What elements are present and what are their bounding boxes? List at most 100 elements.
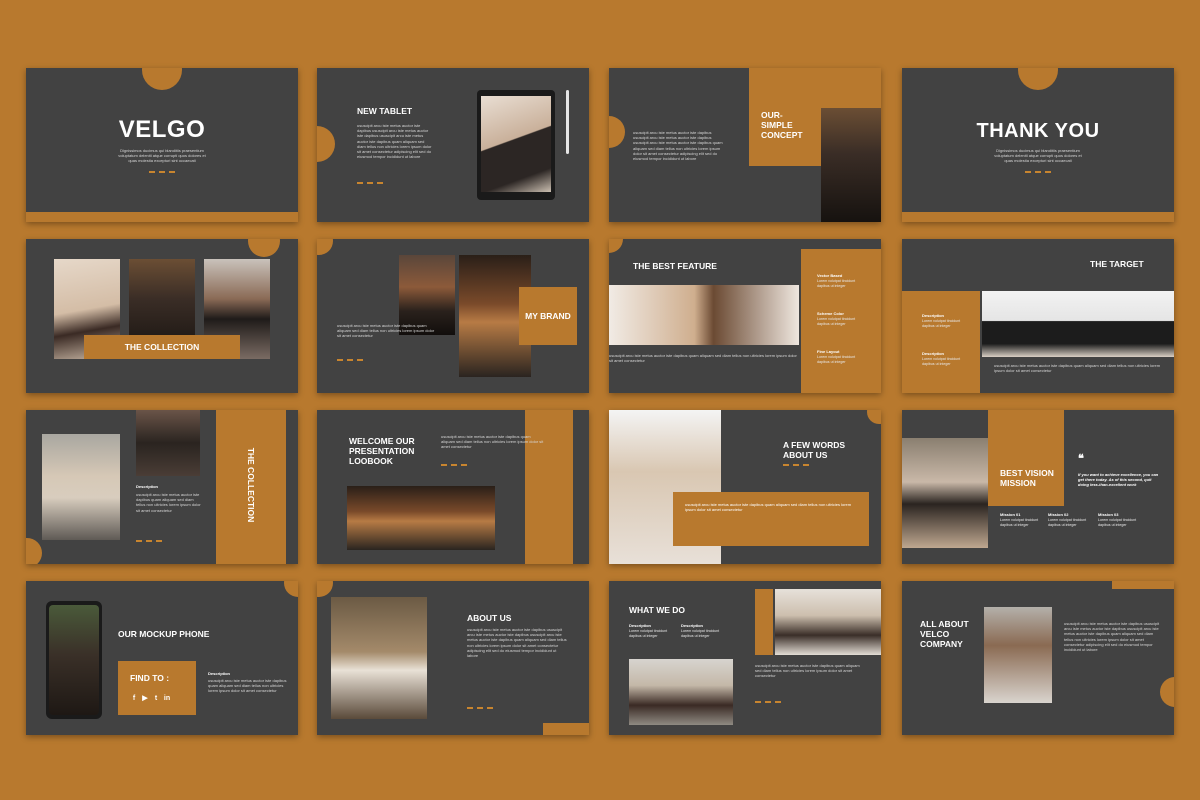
slide-few-words[interactable]: A FEW WORDS ABOUT US ususcipit arcu iste… <box>609 410 881 564</box>
feature-photo <box>609 285 799 345</box>
decor-circle <box>317 126 335 162</box>
vision-photo <box>902 438 988 548</box>
decor-dash <box>467 707 493 709</box>
slide-the-collection[interactable]: THE COLLECTION <box>26 239 298 393</box>
collection-photo-large <box>42 434 120 540</box>
decor-circle <box>609 116 625 148</box>
find-to-label: FIND TO : <box>130 673 170 683</box>
facebook-icon[interactable]: f <box>130 695 138 703</box>
slide-title: OUR MOCKUP PHONE <box>118 629 210 639</box>
feature-item-1: Vector Based <box>817 273 843 278</box>
slide-title: MY BRAND <box>525 311 571 321</box>
slide-title: THE TARGET <box>1090 259 1144 269</box>
slide-body-text: ususcipit arcu iste metus auctor iste da… <box>208 678 287 694</box>
slide-intro-text: Dignissimos ducimus qui blanditiis praes… <box>118 148 206 164</box>
quote-icon: ❝ <box>1078 453 1084 465</box>
slide-welcome-lookbook[interactable]: WELCOME OUR PRESENTATION LOOBOOK ususcip… <box>317 410 589 564</box>
feature-item-2: Scheme Color <box>817 311 844 316</box>
mission-item-3: Mission 03 <box>1098 512 1119 517</box>
mission-item-1: Mission 01 <box>1000 512 1021 517</box>
slide-body-text: ususcipit arcu iste metus auctor iste da… <box>633 130 723 162</box>
title-block <box>988 410 1064 506</box>
slide-body-text: ususcipit arcu iste metus auctor iste da… <box>467 627 567 659</box>
decor-bar <box>543 723 589 735</box>
phone-screen-photo <box>49 605 99 715</box>
slide-body-text: ususcipit arcu iste metus auctor iste da… <box>994 363 1161 374</box>
slide-title: BEST VISION MISSION <box>1000 468 1054 488</box>
decor-dash <box>783 464 809 466</box>
slide-best-feature[interactable]: THE BEST FEATURE ususcipit arcu iste met… <box>609 239 881 393</box>
mission-item-2-desc: Lorem volutpat tincidunt dapibus ut inte… <box>1048 518 1087 527</box>
slide-title: WHAT WE DO <box>629 605 686 615</box>
target-item-2-desc: Lorem volutpat tincidunt dapibus ut inte… <box>922 357 961 366</box>
slide-about-us[interactable]: ABOUT US ususcipit arcu iste metus aucto… <box>317 581 589 735</box>
twitter-icon[interactable]: t <box>152 695 160 703</box>
collection-photo-small <box>136 410 200 476</box>
mission-item-3-desc: Lorem volutpat tincidunt dapibus ut inte… <box>1098 518 1137 527</box>
what-item-1: Description <box>629 623 652 628</box>
decor-dash <box>136 540 162 542</box>
decor-dash <box>357 182 383 184</box>
social-links: f ▶ t in <box>130 695 171 703</box>
linkedin-icon[interactable]: in <box>163 695 171 703</box>
what-item-1-desc: Lorem volutpat tincidunt dapibus ut inte… <box>629 629 668 638</box>
slide-the-collection-vertical[interactable]: Description ususcipit arcu iste metus au… <box>26 410 298 564</box>
feature-item-2-desc: Lorem volutpat tincidunt dapibus ut inte… <box>817 317 856 326</box>
slide-title: THE COLLECTION <box>246 447 256 523</box>
slide-title: THE COLLECTION <box>124 342 200 352</box>
decor-circle <box>1018 68 1058 90</box>
slide-what-we-do[interactable]: WHAT WE DO Description Lorem volutpat ti… <box>609 581 881 735</box>
feature-item-1-desc: Lorem volutpat tincidunt dapibus ut inte… <box>817 279 856 288</box>
what-item-2-desc: Lorem volutpat tincidunt dapibus ut inte… <box>681 629 720 638</box>
description-label: Description <box>208 671 231 676</box>
slide-body-text: ususcipit arcu iste metus auctor iste da… <box>755 663 860 679</box>
slide-the-target[interactable]: THE TARGET Description Lorem volutpat ti… <box>902 239 1174 393</box>
slide-body-text: ususcipit arcu iste metus auctor iste da… <box>441 434 544 450</box>
decor-circle <box>1160 677 1174 707</box>
slide-all-about-company[interactable]: ALL ABOUT VELCO COMPANY ususcipit arcu i… <box>902 581 1174 735</box>
slide-title: WELCOME OUR PRESENTATION LOOBOOK <box>349 436 415 466</box>
slide-simple-concept[interactable]: OUR- SIMPLE CONCEPT ususcipit arcu iste … <box>609 68 881 222</box>
tablet-mockup <box>477 90 555 200</box>
decor-dash <box>149 171 175 173</box>
slide-new-tablet[interactable]: NEW TABLET ususcipit arcu iste metus auc… <box>317 68 589 222</box>
slide-my-brand[interactable]: MY BRAND ususcipit arcu iste metus aucto… <box>317 239 589 393</box>
slide-title: THANK YOU <box>976 120 1100 142</box>
slide-vision-mission[interactable]: BEST VISION MISSION ❝ If you want to ach… <box>902 410 1174 564</box>
quote-text: If you want to achieve excellence, you c… <box>1078 472 1159 487</box>
feature-item-3: Fine Layout <box>817 349 840 354</box>
what-item-2: Description <box>681 623 704 628</box>
decor-dash <box>337 359 363 361</box>
decor-dash <box>441 464 467 466</box>
slide-title: OUR- SIMPLE CONCEPT <box>761 110 803 140</box>
youtube-icon[interactable]: ▶ <box>141 695 149 703</box>
decor-bar <box>902 212 1174 222</box>
text-box <box>673 492 869 546</box>
target-item-1: Description <box>922 313 945 318</box>
decor-circle <box>317 239 333 255</box>
slide-velgo[interactable]: VELGO Dignissimos ducimus qui blanditiis… <box>26 68 298 222</box>
decor-circle <box>609 239 623 253</box>
decor-circle <box>284 581 298 597</box>
slide-title: A FEW WORDS ABOUT US <box>783 440 846 460</box>
slide-thank-you[interactable]: THANK YOU Dignissimos ducimus qui blandi… <box>902 68 1174 222</box>
decor-dash <box>1025 171 1051 173</box>
slide-body-text: ususcipit arcu iste metus auctor iste da… <box>609 353 797 364</box>
slide-body-text: ususcipit arcu iste metus auctor iste da… <box>136 492 201 513</box>
target-column <box>902 291 980 393</box>
decor-bar <box>1112 581 1174 589</box>
what-photo-1 <box>629 659 733 725</box>
what-photo-2 <box>775 589 881 655</box>
decor-circle <box>26 538 42 564</box>
slide-intro-text: Dignissimos ducimus qui blanditiis praes… <box>994 148 1082 164</box>
slide-body-text: ususcipit arcu iste metus auctor iste da… <box>337 323 435 339</box>
slide-title: NEW TABLET <box>357 106 413 116</box>
find-to-box <box>118 661 196 715</box>
slide-body-text: ususcipit arcu iste metus auctor iste da… <box>357 123 432 160</box>
slide-title: VELGO <box>118 116 206 143</box>
slide-mockup-phone[interactable]: OUR MOCKUP PHONE FIND TO : f ▶ t in Desc… <box>26 581 298 735</box>
mission-item-2: Mission 02 <box>1048 512 1069 517</box>
tablet-screen-photo <box>481 96 551 192</box>
description-label: Description <box>136 484 159 489</box>
decor-dash <box>755 701 781 703</box>
